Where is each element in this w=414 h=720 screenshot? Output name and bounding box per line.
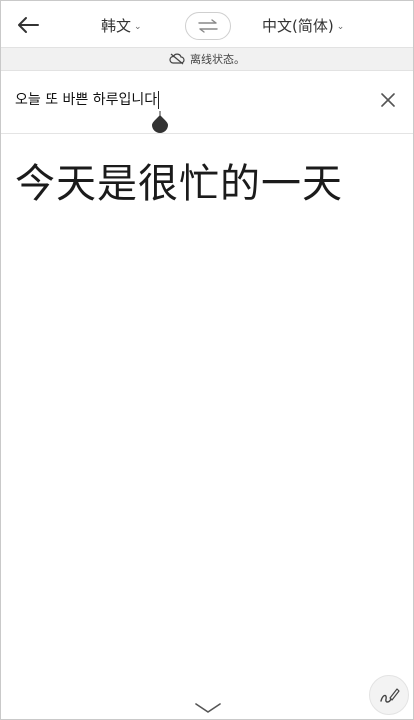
cloud-off-icon bbox=[169, 53, 185, 65]
swap-languages-button[interactable] bbox=[185, 12, 231, 40]
translator-screen: 韩文 ⌄ 中文(简体) ⌄ 离线状态。 오늘 또 바쁜 하루입니다 今天是很忙的… bbox=[0, 0, 414, 720]
offline-status-text: 离线状态。 bbox=[190, 53, 245, 66]
source-language-label: 韩文 bbox=[101, 17, 132, 35]
translation-output: 今天是很忙的一天 bbox=[15, 161, 343, 207]
handwriting-pen-icon bbox=[380, 688, 400, 703]
arrow-left-icon bbox=[18, 17, 39, 33]
swap-arrows-icon bbox=[198, 19, 218, 33]
source-input-area[interactable]: 오늘 또 바쁜 하루입니다 bbox=[1, 71, 413, 134]
close-icon bbox=[381, 93, 395, 107]
chevron-down-icon: ⌄ bbox=[336, 22, 345, 32]
source-text-field[interactable]: 오늘 또 바쁜 하루입니다 bbox=[15, 91, 160, 109]
chevron-down-icon bbox=[195, 703, 221, 713]
collapse-button[interactable] bbox=[194, 700, 222, 716]
handwriting-button[interactable] bbox=[369, 675, 409, 715]
source-text: 오늘 또 바쁜 하루입니다 bbox=[15, 92, 158, 108]
text-cursor bbox=[158, 91, 160, 109]
clear-text-button[interactable] bbox=[379, 91, 397, 109]
language-bar: 韩文 ⌄ 中文(简体) ⌄ bbox=[1, 1, 413, 49]
back-button[interactable] bbox=[15, 13, 41, 37]
offline-status-bar: 离线状态。 bbox=[1, 47, 413, 71]
cursor-handle-icon[interactable] bbox=[151, 111, 169, 133]
target-language-selector[interactable]: 中文(简体) ⌄ bbox=[262, 15, 344, 37]
source-language-selector[interactable]: 韩文 ⌄ bbox=[101, 15, 142, 37]
chevron-down-icon: ⌄ bbox=[134, 22, 142, 32]
target-language-label: 中文(简体) bbox=[262, 17, 334, 35]
